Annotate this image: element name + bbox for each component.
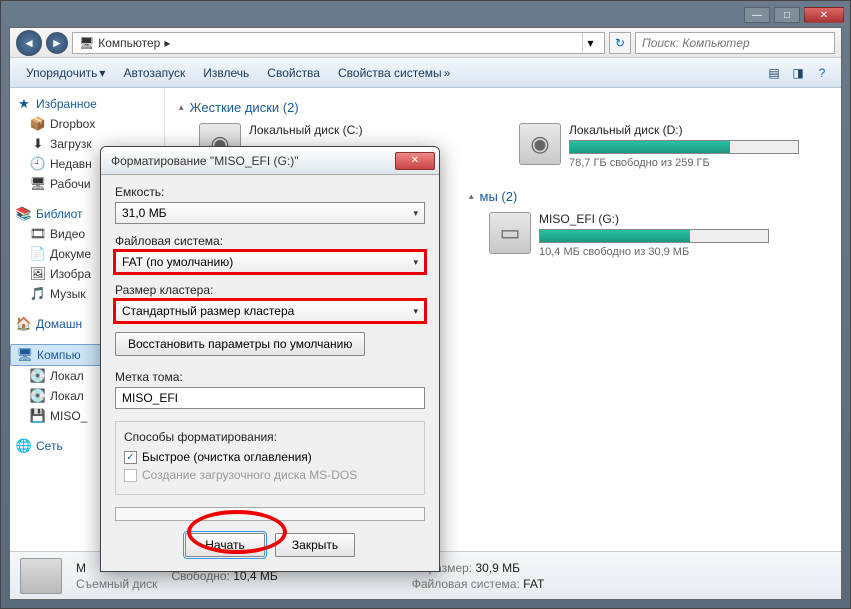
music-icon: 🎵	[30, 286, 46, 302]
recent-icon: 🕘	[30, 156, 46, 172]
breadcrumb-sep: ▸	[164, 36, 170, 50]
methods-label: Способы форматирования:	[124, 430, 416, 444]
address-input[interactable]: 🖥 Компьютер ▸ ▾	[72, 32, 605, 54]
homegroup-icon: 🏠	[16, 316, 32, 332]
status-thumbnail	[20, 558, 62, 594]
libraries-icon: 📚	[16, 206, 32, 222]
cluster-combo[interactable]: Стандартный размер кластера	[115, 300, 425, 322]
close-dialog-button[interactable]: Закрыть	[275, 533, 355, 557]
format-methods-group: Способы форматирования: ✓ Быстрое (очист…	[115, 421, 425, 495]
capacity-combo[interactable]: 31,0 МБ	[115, 202, 425, 224]
hdd-icon: ◉	[519, 123, 561, 165]
quick-format-label: Быстрое (очистка оглавления)	[142, 450, 312, 464]
organize-menu[interactable]: Упорядочить ▾	[18, 62, 113, 84]
address-bar: ◄ ► 🖥 Компьютер ▸ ▾ ↻	[10, 28, 841, 58]
computer-icon: 🖥	[17, 347, 33, 363]
refresh-button[interactable]: ↻	[609, 32, 631, 54]
maximize-button[interactable]: □	[774, 7, 800, 23]
status-fs-value: FAT	[523, 577, 544, 591]
search-input[interactable]	[635, 32, 835, 54]
drive-icon: 💽	[30, 368, 46, 384]
format-dialog: Форматирование "MISO_EFI (G:)" ✕ Емкость…	[100, 146, 440, 572]
system-properties-button[interactable]: Свойства системы »	[330, 62, 458, 84]
preview-pane-icon[interactable]: ◨	[787, 62, 809, 84]
quick-format-checkbox[interactable]: ✓ Быстрое (очистка оглавления)	[124, 450, 416, 464]
sidebar-item-dropbox[interactable]: 📦Dropbox	[10, 114, 164, 134]
removable-icon: 💾	[30, 408, 46, 424]
dropbox-icon: 📦	[30, 116, 46, 132]
dialog-title: Форматирование "MISO_EFI (G:)"	[111, 154, 395, 168]
cluster-label: Размер кластера:	[115, 283, 425, 297]
capacity-label: Емкость:	[115, 185, 425, 199]
help-icon[interactable]: ?	[811, 62, 833, 84]
drive-name: Локальный диск (D:)	[569, 123, 799, 137]
close-button[interactable]: ✕	[804, 7, 844, 23]
dialog-titlebar[interactable]: Форматирование "MISO_EFI (G:)" ✕	[101, 147, 439, 175]
forward-button[interactable]: ►	[46, 32, 68, 54]
msdos-boot-label: Создание загрузочного диска MS-DOS	[142, 468, 357, 482]
status-type: Съемный диск	[76, 577, 157, 591]
format-progress	[115, 507, 425, 521]
filesystem-label: Файловая система:	[115, 234, 425, 248]
drive-icon: 💽	[30, 388, 46, 404]
drive-miso[interactable]: ▭ MISO_EFI (G:) 10,4 МБ свободно из 30,9…	[489, 212, 769, 258]
downloads-icon: ⬇	[30, 136, 46, 152]
toolbar: Упорядочить ▾ Автозапуск Извлечь Свойств…	[10, 58, 841, 88]
hdd-section-header[interactable]: Жесткие диски (2)	[179, 100, 827, 115]
picture-icon: 🖼	[30, 266, 46, 282]
video-icon: 🎞	[30, 226, 46, 242]
minimize-button[interactable]: —	[744, 7, 770, 23]
drive-free-text: 78,7 ГБ свободно из 259 ГБ	[569, 157, 799, 169]
status-fs-label: Файловая система:	[412, 577, 520, 591]
capacity-bar	[539, 229, 769, 243]
drive-free-text: 10,4 МБ свободно из 30,9 МБ	[539, 246, 769, 258]
computer-icon: 🖥	[79, 36, 94, 50]
document-icon: 📄	[30, 246, 46, 262]
extract-button[interactable]: Извлечь	[195, 62, 257, 84]
star-icon: ★	[16, 96, 32, 112]
favorites-header[interactable]: ★Избранное	[10, 94, 164, 114]
network-icon: 🌐	[16, 438, 32, 454]
restore-defaults-button[interactable]: Восстановить параметры по умолчанию	[115, 332, 365, 356]
address-dropdown[interactable]: ▾	[582, 33, 598, 53]
drive-name: Локальный диск (C:)	[249, 123, 479, 137]
checkbox-icon	[124, 469, 137, 482]
filesystem-combo[interactable]: FAT (по умолчанию)	[115, 251, 425, 273]
volume-label-label: Метка тома:	[115, 370, 425, 384]
desktop-icon: 🖥	[30, 176, 46, 192]
volume-label-input[interactable]	[115, 387, 425, 409]
checkbox-icon: ✓	[124, 451, 137, 464]
properties-button[interactable]: Свойства	[259, 62, 328, 84]
breadcrumb-root[interactable]: Компьютер	[98, 36, 160, 50]
removable-section-header[interactable]: мы (2)	[469, 189, 827, 204]
titlebar: — □ ✕	[7, 7, 844, 23]
drive-d[interactable]: ◉ Локальный диск (D:) 78,7 ГБ свободно и…	[519, 123, 799, 169]
dialog-close-button[interactable]: ✕	[395, 152, 435, 170]
drive-name: MISO_EFI (G:)	[539, 212, 769, 226]
autoplay-button[interactable]: Автозапуск	[115, 62, 193, 84]
start-button[interactable]: Начать	[185, 533, 265, 557]
removable-icon: ▭	[489, 212, 531, 254]
capacity-bar	[569, 140, 799, 154]
msdos-boot-checkbox: Создание загрузочного диска MS-DOS	[124, 468, 416, 482]
status-size-value: 30,9 МБ	[475, 561, 520, 575]
view-icon[interactable]: ▤	[763, 62, 785, 84]
back-button[interactable]: ◄	[16, 30, 42, 56]
